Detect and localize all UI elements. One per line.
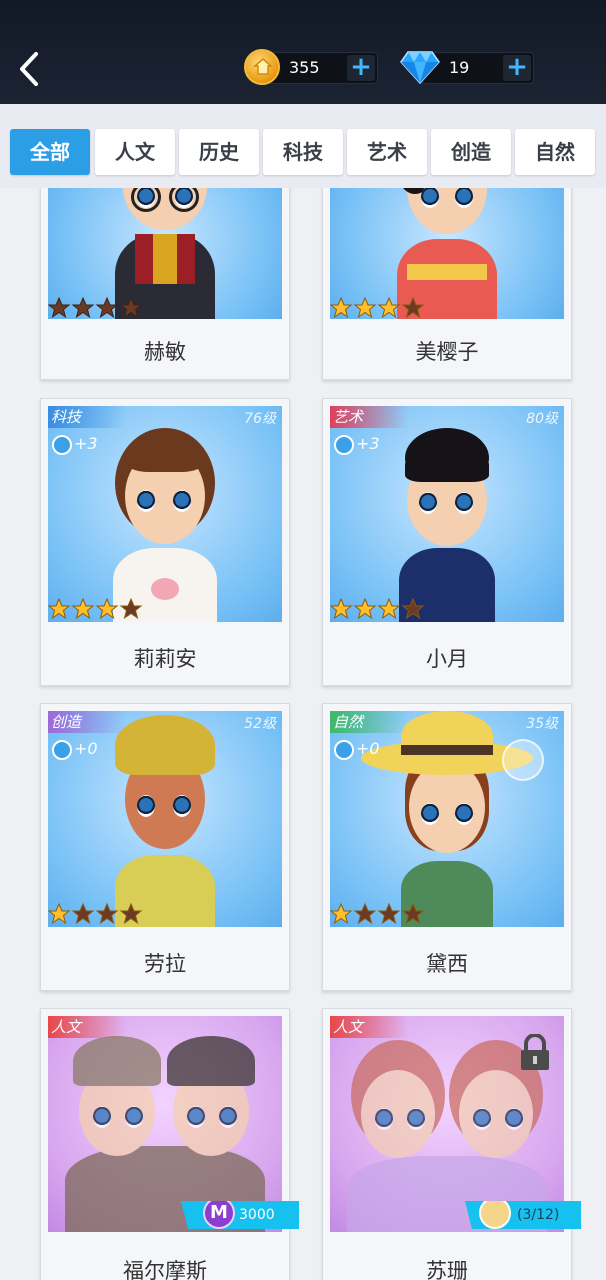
star-rating [48,598,144,620]
affinity-icon [52,739,72,760]
character-grid: 赫敏 美樱子 科技 76级 +3 莉莉安 艺术 80级 +3 小月 创造 52级… [0,188,606,1280]
shard-progress: (3/12) [465,1201,581,1229]
top-bar: 355 + 19 + [0,0,606,104]
category-label: 创造 [48,711,126,733]
character-name: 劳拉 [144,952,186,976]
tab-humanities[interactable]: 人文 [95,129,175,175]
tab-technology[interactable]: 科技 [263,129,343,175]
star-icons [48,297,143,319]
price-tag: M 3000 [181,1201,299,1229]
shard-progress-value: (3/12) [517,1207,560,1223]
character-portrait: 人文 [330,1016,564,1232]
star-rating [330,297,426,319]
star-icons [48,598,143,620]
level-label: 52级 [244,716,276,732]
category-tabs: 全部 人文 历史 科技 艺术 创造 自然 [0,104,606,188]
category-label: 人文 [330,1016,408,1038]
affinity-icon [52,434,72,455]
character-name: 美樱子 [415,340,479,364]
character-portrait: 创造 52级 +0 [48,711,282,927]
character-portrait: 科技 76级 +3 [48,406,282,622]
tab-art[interactable]: 艺术 [347,129,427,175]
character-card[interactable]: 艺术 80级 +3 小月 [322,398,572,686]
character-card[interactable]: 美樱子 [322,188,572,380]
bonus-label: +0 [52,739,98,760]
tab-nature[interactable]: 自然 [515,129,595,175]
back-arrow-icon [20,52,38,86]
character-card[interactable]: 人文 M 3000 福尔摩斯 [40,1008,299,1280]
lock-icon [521,1034,549,1070]
character-name: 赫敏 [144,340,186,364]
tab-creation[interactable]: 创造 [431,129,511,175]
character-card[interactable]: 人文 (3/12) 苏珊 [322,1008,581,1280]
add-gems-button[interactable]: + [503,54,531,81]
character-card[interactable]: 科技 76级 +3 莉莉安 [40,398,290,686]
coin-icon [244,49,280,85]
bonus-label: +3 [52,434,98,455]
affinity-icon [334,739,354,760]
character-card[interactable]: 自然 35级 +0 黛西 [322,703,572,991]
star-icons [330,297,425,319]
affinity-icon [334,434,354,455]
star-rating [330,598,426,620]
character-card[interactable]: 创造 52级 +0 劳拉 [40,703,290,991]
category-label: 人文 [48,1016,126,1038]
level-label: 80级 [526,411,558,427]
star-icons [330,903,425,925]
medal-currency-icon: M [203,1201,235,1229]
character-portrait: 人文 [48,1016,282,1232]
star-icons [48,903,143,925]
tab-history[interactable]: 历史 [179,129,259,175]
gem-value: 19 [449,58,470,77]
category-label: 科技 [48,406,126,428]
character-name: 黛西 [426,952,468,976]
star-rating [48,903,144,925]
character-name: 莉莉安 [133,647,197,671]
character-shard-icon [479,1201,511,1229]
coin-value: 355 [289,58,320,77]
price-value: 3000 [239,1207,275,1223]
gem-counter: 19 + [400,51,536,84]
character-portrait: 艺术 80级 +3 [330,406,564,622]
star-rating [330,903,426,925]
bonus-label: +3 [334,434,380,455]
coin-counter: 355 + [244,49,380,85]
level-label: 35级 [526,716,558,732]
character-portrait: 自然 35级 +0 [330,711,564,927]
character-card[interactable]: 赫敏 [40,188,290,380]
touch-indicator [502,739,544,781]
star-icons [330,598,425,620]
character-name: 福尔摩斯 [123,1259,207,1280]
tab-all[interactable]: 全部 [10,129,90,175]
level-label: 76级 [244,411,276,427]
star-rating [48,297,144,319]
bonus-label: +0 [334,739,380,760]
back-button[interactable] [14,48,48,90]
diamond-icon [400,51,440,84]
category-label: 艺术 [330,406,408,428]
character-name: 小月 [426,647,468,671]
add-coins-button[interactable]: + [347,54,375,81]
category-label: 自然 [330,711,408,733]
character-name: 苏珊 [426,1259,468,1280]
